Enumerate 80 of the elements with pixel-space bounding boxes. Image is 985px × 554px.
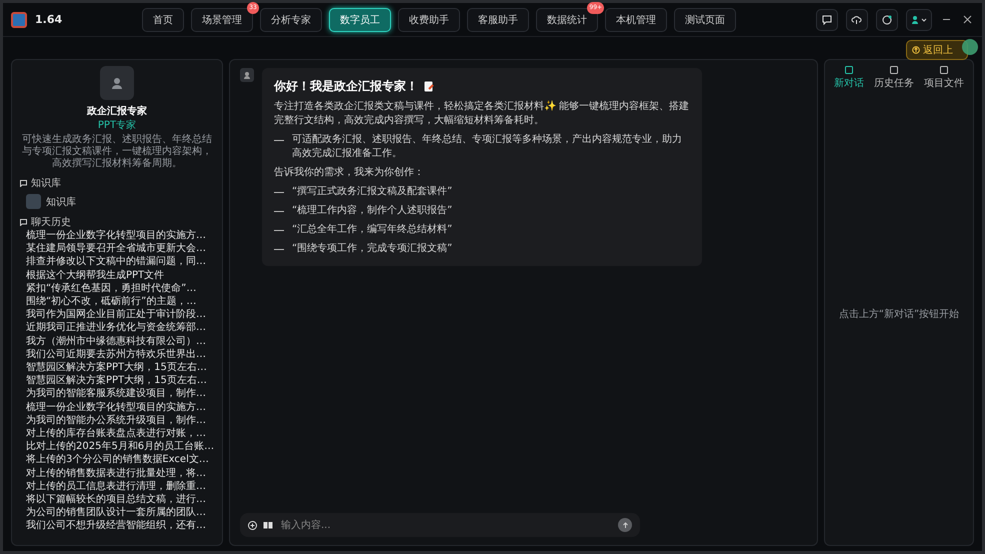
user-caret-icon xyxy=(910,14,927,24)
history-item[interactable]: 梳理一份企业数字化转型项目的实施方… xyxy=(20,400,214,414)
history-item[interactable]: 近期我司正推进业务优化与资金统筹部… xyxy=(20,321,214,335)
section-icon xyxy=(20,180,27,186)
history-item[interactable]: 为公司的销售团队设计一套所属的团队… xyxy=(20,506,214,520)
book-icon xyxy=(263,521,273,529)
square-icon xyxy=(845,66,853,74)
nav-tab[interactable]: 场景管理 xyxy=(191,8,254,32)
history-item[interactable]: 我方（潮州市中缘德惠科技有限公司）… xyxy=(20,334,214,348)
user-menu-button[interactable] xyxy=(906,8,932,30)
example-text: “围绕专项工作，完成专项汇报文稿” xyxy=(292,242,452,256)
nav-tab[interactable]: 本机管理 xyxy=(605,8,668,32)
cloud-icon xyxy=(851,14,862,24)
square-icon xyxy=(940,66,948,74)
agent-tag: PPT专家 xyxy=(20,118,214,132)
empty-state-text: 点击上方“新对话”按钮开始 xyxy=(838,308,960,321)
chat-icon xyxy=(822,14,832,24)
history-item[interactable]: 对上传的销售数据表进行批量处理，将… xyxy=(20,466,214,480)
welcome-title: 你好！我是政企汇报专家！ xyxy=(274,78,418,95)
history-item[interactable]: 围绕“初心不改，砥砺前行”的主题，… xyxy=(20,295,214,308)
history-item[interactable]: 将上传的3个分公司的销售数据Excel文… xyxy=(20,453,214,467)
history-item[interactable]: 为我司的智能客服系统建设项目，制作… xyxy=(20,387,214,401)
chat-input-box[interactable]: 输入内容... xyxy=(240,513,640,537)
section-title: 聊天历史 xyxy=(31,216,71,229)
avatar-placeholder xyxy=(100,66,134,100)
history-item[interactable]: 我们公司不想升级经营智能组织，还有… xyxy=(20,519,214,533)
square-icon xyxy=(890,66,898,74)
intro-text: 专注打造各类政企汇报类文稿与课件，轻松搞定各类汇报材料✨ 能够一键梳理内容框架、搭建完整行文结构，高效完成内容撰写，大幅缩短材料筹备耗时。 xyxy=(274,100,690,128)
history-item[interactable]: 紧扣“传承红色基因，勇担时代使命”… xyxy=(20,282,214,296)
history-item[interactable]: 我们公司近期要去苏州方特欢乐世界出… xyxy=(20,348,214,362)
nav-tab[interactable]: 首页 xyxy=(142,8,184,32)
add-icon xyxy=(248,520,257,530)
cloud-button[interactable] xyxy=(846,8,868,30)
up-arrow-icon xyxy=(622,522,628,528)
history-item[interactable]: 我司作为国网企业目前正处于审计阶段… xyxy=(20,308,214,322)
history-item[interactable]: 对上传的库存台账表盘点表进行对账，… xyxy=(20,427,214,440)
globe-button[interactable] xyxy=(876,8,898,30)
history-item[interactable]: 将以下篇幅较长的项目总结文稿，进行… xyxy=(20,493,214,506)
agent-name: 政企汇报专家 xyxy=(86,104,148,118)
floating-circle[interactable] xyxy=(962,39,978,55)
globe-icon xyxy=(882,14,892,24)
knowledge-item[interactable]: 知识库 xyxy=(46,194,76,208)
feature-text: 可适配政务汇报、述职报告、年终总结、专项汇报等多种场景，产出内容规范专业，助力高效完成汇报准备工作。 xyxy=(292,133,683,161)
panel-tab[interactable]: 历史任务 xyxy=(874,66,914,90)
history-item[interactable]: 排查并修改以下文稿中的错漏问题，同… xyxy=(20,255,214,269)
knowledge-icon xyxy=(26,194,41,209)
message-button[interactable] xyxy=(816,8,838,30)
nav-tab[interactable]: 测试页面 xyxy=(674,8,736,32)
panel-tab[interactable]: 新对话 xyxy=(834,66,864,90)
document-icon xyxy=(424,81,434,92)
history-item[interactable]: 为我司的智能办公系统升级项目，制作… xyxy=(20,414,214,428)
history-item[interactable]: 智慧园区解决方案PPT大纲，15页左右… xyxy=(20,374,214,388)
send-button[interactable] xyxy=(618,518,632,532)
chat-input-field[interactable]: 输入内容... xyxy=(279,518,612,532)
example-text: “汇总全年工作，编写年终总结材料” xyxy=(292,223,452,237)
history-item[interactable]: 对上传的员工信息表进行清理，删除重… xyxy=(20,480,214,494)
section-title: 知识库 xyxy=(31,176,61,190)
app-logo-icon xyxy=(11,12,27,28)
up-arrow-icon xyxy=(912,46,920,54)
close-icon xyxy=(962,15,972,24)
history-item[interactable]: 某住建局领导要召开全省城市更新大会… xyxy=(20,242,214,256)
history-item[interactable]: 智慧园区解决方案PPT大纲，15页左右… xyxy=(20,361,214,374)
agent-description: 可快速生成政务汇报、述职报告、年终总结与专项汇报文稿课件，一键梳理内容架构，高效撰写汇报材料筹备周期。 xyxy=(21,134,213,170)
nav-tab[interactable]: 分析专家 xyxy=(260,8,322,32)
nav-tab[interactable]: 收费助手 xyxy=(398,8,460,32)
example-text: “梳理工作内容，制作个人述职报告” xyxy=(292,204,452,218)
version-label: 1.64 xyxy=(35,13,62,26)
back-button[interactable]: 返回上 xyxy=(906,40,968,60)
nav-tab[interactable]: 数字员工 xyxy=(329,8,392,32)
history-item[interactable]: 比对上传的2025年5月和6月的员工台账… xyxy=(20,440,214,454)
panel-tab[interactable]: 项目文件 xyxy=(924,66,964,90)
history-item[interactable]: 根据这个大纲帮我生成PPT文件 xyxy=(20,268,214,282)
prompt-text: 告诉我你的需求，我来为你创作： xyxy=(274,166,425,180)
section-icon xyxy=(20,218,27,226)
history-item[interactable]: 梳理一份企业数字化转型项目的实施方… xyxy=(20,229,214,242)
bot-avatar-icon xyxy=(240,68,254,82)
nav-tab[interactable]: 数据统计 xyxy=(536,8,598,32)
nav-tab[interactable]: 客服助手 xyxy=(467,8,530,32)
example-text: “撰写正式政务汇报文稿及配套课件” xyxy=(292,185,452,199)
close-button[interactable] xyxy=(960,13,974,26)
